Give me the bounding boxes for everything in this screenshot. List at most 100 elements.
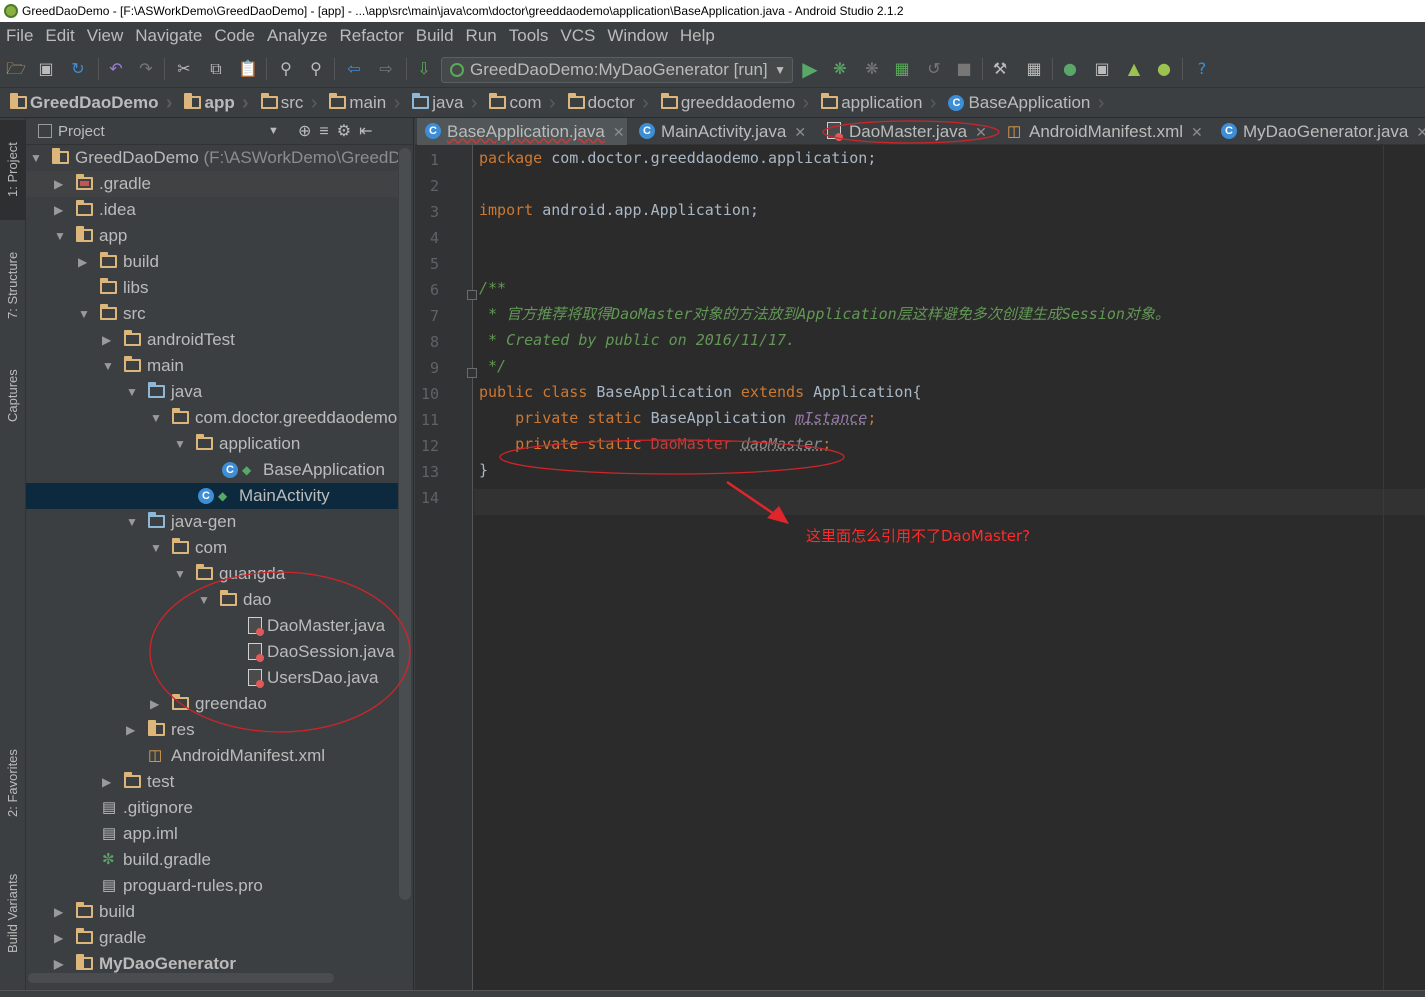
breadcrumb-project[interactable]: GreedDaoDemo › — [0, 88, 174, 118]
menu-view[interactable]: View — [81, 22, 130, 50]
tree-item[interactable]: libs — [26, 275, 398, 301]
breadcrumb-application[interactable]: application › — [811, 88, 938, 118]
avd-manager-icon[interactable]: ● — [1060, 59, 1080, 79]
tab-androidmanifest[interactable]: ◫ AndroidManifest.xml ✕ — [999, 118, 1211, 145]
apply-changes-icon[interactable]: ▦ — [892, 59, 912, 79]
menu-vcs[interactable]: VCS — [554, 22, 601, 50]
tree-item[interactable]: ▶ androidTest — [26, 327, 398, 353]
tree-item[interactable]: ▶ build — [26, 249, 398, 275]
menu-navigate[interactable]: Navigate — [129, 22, 208, 50]
menu-help[interactable]: Help — [674, 22, 721, 50]
editor-tabs: C BaseApplication.java ✕ C MainActivity.jav… — [415, 118, 1425, 145]
replace-icon[interactable]: ⚲ — [306, 59, 326, 79]
tree-item[interactable]: ▼ application — [26, 431, 398, 457]
menu-build[interactable]: Build — [410, 22, 460, 50]
copy-icon[interactable]: ⧉ — [206, 59, 226, 79]
tree-item[interactable]: ▶ .gradle — [26, 171, 398, 197]
menu-file[interactable]: File — [0, 22, 39, 50]
debug-icon[interactable]: ❋ — [830, 59, 850, 79]
tree-item[interactable]: ▼ src — [26, 301, 398, 327]
tree-item[interactable]: C ◆ BaseApplication — [26, 457, 398, 483]
breadcrumb-baseapplication[interactable]: C BaseApplication › — [938, 88, 1106, 118]
breadcrumb-main[interactable]: main › — [319, 88, 402, 118]
sync-icon[interactable]: ↻ — [68, 59, 88, 79]
help-icon[interactable]: ? — [1192, 59, 1212, 79]
menu-tools[interactable]: Tools — [503, 22, 555, 50]
run-configuration-select[interactable]: GreedDaoDemo:MyDaoGenerator [run] ▼ — [441, 57, 793, 83]
close-icon[interactable]: ✕ — [1416, 124, 1425, 140]
tab-captures[interactable]: Captures — [0, 350, 26, 442]
tree-item[interactable]: ▼ GreedDaoDemo (F:\ASWorkDemo\GreedD — [26, 145, 398, 171]
tree-item[interactable]: ▶ build — [26, 899, 398, 925]
tree-item[interactable]: ▶ test — [26, 769, 398, 795]
save-icon[interactable]: ▣ — [36, 59, 56, 79]
menu-analyze[interactable]: Analyze — [261, 22, 333, 50]
tab-structure[interactable]: 7: Structure — [0, 230, 26, 340]
tab-build-variants[interactable]: Build Variants — [0, 850, 26, 976]
device-monitor-icon[interactable]: ▣ — [1092, 59, 1112, 79]
tree-item[interactable]: ▼ java-gen — [26, 509, 398, 535]
tree-item[interactable]: ▼ com.doctor.greeddaodemo — [26, 405, 398, 431]
tree-item[interactable]: ▶ .idea — [26, 197, 398, 223]
tree-item[interactable]: C ◆ MainActivity — [26, 483, 398, 509]
tab-mydaogenerator[interactable]: C MyDaoGenerator.java ✕ — [1213, 118, 1425, 145]
menu-code[interactable]: Code — [208, 22, 261, 50]
scroll-from-source-icon[interactable]: ⊕ — [298, 123, 319, 140]
breadcrumb-doctor[interactable]: doctor › — [558, 88, 651, 118]
tree-horizontal-scrollbar[interactable] — [28, 973, 334, 983]
sdk-manager-icon[interactable]: ▦ — [1024, 59, 1044, 79]
tab-favorites[interactable]: 2: Favorites — [0, 730, 26, 836]
tree-vertical-scrollbar[interactable] — [399, 148, 411, 900]
fold-icon[interactable] — [467, 368, 477, 378]
project-view-icon — [38, 124, 52, 138]
tree-item[interactable]: ▤ app.iml — [26, 821, 398, 847]
tree-item[interactable]: ▼ com — [26, 535, 398, 561]
tree-item[interactable]: ▤ .gitignore — [26, 795, 398, 821]
make-project-icon[interactable]: ⇩ — [414, 59, 434, 79]
breadcrumb-com[interactable]: com › — [479, 88, 557, 118]
close-icon[interactable]: ✕ — [613, 124, 625, 140]
gear-icon[interactable]: ⚙ — [337, 123, 359, 140]
redo-icon[interactable]: ↷ — [136, 59, 156, 79]
tree-item[interactable]: ▤ proguard-rules.pro — [26, 873, 398, 899]
stop-icon[interactable]: ■ — [954, 59, 974, 79]
rerun-icon[interactable]: ↺ — [924, 59, 944, 79]
tab-baseapplication[interactable]: C BaseApplication.java ✕ — [417, 118, 627, 145]
menu-run[interactable]: Run — [460, 22, 503, 50]
paste-icon[interactable]: 📋 — [238, 59, 258, 79]
undo-icon[interactable]: ↶ — [106, 59, 126, 79]
menu-refactor[interactable]: Refactor — [333, 22, 409, 50]
run-icon[interactable]: ▶ — [800, 59, 820, 79]
menu-edit[interactable]: Edit — [39, 22, 80, 50]
close-icon[interactable]: ✕ — [1191, 124, 1203, 140]
back-icon[interactable]: ⇦ — [344, 59, 364, 79]
attach-debugger-icon[interactable]: ❋ — [862, 59, 882, 79]
hide-panel-icon[interactable]: ⇤ — [359, 123, 380, 140]
forward-icon[interactable]: ⇨ — [376, 59, 396, 79]
close-icon[interactable]: ✕ — [794, 124, 806, 140]
tree-item[interactable]: ▶ gradle — [26, 925, 398, 951]
tab-mainactivity[interactable]: C MainActivity.java ✕ — [631, 118, 817, 145]
tree-item[interactable]: ▼ app — [26, 223, 398, 249]
tree-item[interactable]: ▼ main — [26, 353, 398, 379]
find-icon[interactable]: ⚲ — [276, 59, 296, 79]
project-structure-icon[interactable]: ⚒ — [990, 59, 1010, 79]
android-icon[interactable]: ● — [1154, 59, 1174, 79]
tree-item[interactable]: ▼ java — [26, 379, 398, 405]
tree-item[interactable]: ◫ AndroidManifest.xml — [26, 743, 398, 769]
fold-icon[interactable] — [467, 290, 477, 300]
tree-item[interactable]: ✼ build.gradle — [26, 847, 398, 873]
cut-icon[interactable]: ✂ — [174, 59, 194, 79]
collapse-all-icon[interactable]: ≡ — [319, 123, 336, 140]
breadcrumb-src[interactable]: src › — [251, 88, 320, 118]
android-sync-icon[interactable]: ▲ — [1124, 59, 1144, 79]
tab-project[interactable]: 1: Project — [0, 120, 26, 220]
breadcrumb-java[interactable]: java › — [402, 88, 479, 118]
breadcrumb-app[interactable]: app › — [174, 88, 250, 118]
project-view-select[interactable]: Project — [58, 123, 105, 140]
open-folder-icon[interactable]: 🗁 — [6, 59, 26, 79]
breadcrumb-greeddaodemo[interactable]: greeddaodemo › — [651, 88, 811, 118]
code-area[interactable]: package com.doctor.greeddaodemo.applicat… — [479, 145, 1425, 997]
menu-window[interactable]: Window — [601, 22, 673, 50]
chevron-down-icon[interactable]: ▼ — [268, 118, 279, 145]
